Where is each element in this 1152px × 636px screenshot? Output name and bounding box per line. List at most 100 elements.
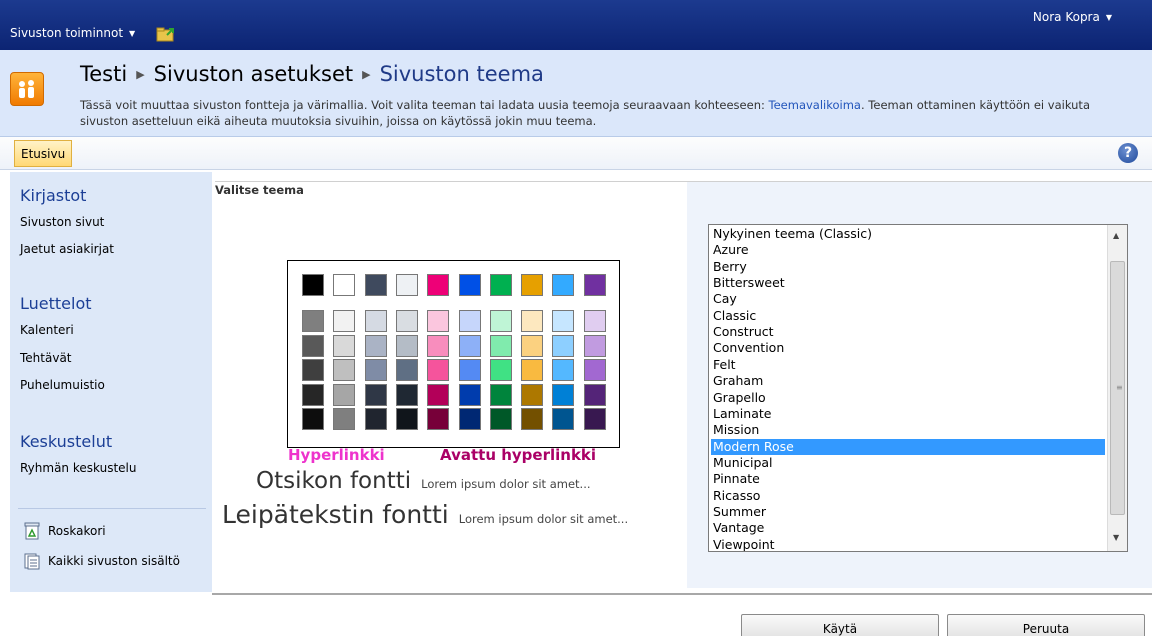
color-swatch	[489, 408, 512, 430]
color-swatch	[333, 383, 356, 406]
nav-item-phone-log[interactable]: Puhelumuistio	[20, 378, 105, 392]
nav-item-team-discussion[interactable]: Ryhmän keskustelu	[20, 461, 136, 475]
theme-option[interactable]: Azure	[711, 242, 1105, 258]
color-swatch	[458, 334, 481, 357]
color-swatch	[364, 359, 387, 381]
theme-option[interactable]: Pinnate	[711, 471, 1105, 487]
color-swatch	[333, 408, 356, 430]
color-swatch	[364, 383, 387, 406]
scroll-up-arrow-icon[interactable]: ▲	[1113, 231, 1119, 240]
color-swatch	[552, 408, 575, 430]
folder-navigate-icon[interactable]	[156, 26, 176, 42]
theme-option[interactable]: Vantage	[711, 520, 1105, 536]
heading-font-label: Otsikon fontti	[256, 468, 412, 494]
theme-gallery-link[interactable]: Teemavalikoima	[769, 98, 861, 112]
color-swatch	[552, 359, 575, 381]
color-swatch	[333, 334, 356, 357]
color-swatch	[364, 334, 387, 357]
lists-heading[interactable]: Luettelot	[20, 294, 92, 313]
nav-item-recycle-bin[interactable]: Roskakori	[24, 522, 106, 540]
color-swatch	[395, 383, 418, 406]
nav-divider	[18, 508, 206, 509]
page-description: Tässä voit muuttaa sivuston fontteja ja …	[80, 97, 1140, 129]
color-swatch	[489, 334, 512, 357]
description-text: Tässä voit muuttaa sivuston fontteja ja …	[80, 98, 769, 112]
color-swatch	[427, 334, 450, 357]
libraries-heading[interactable]: Kirjastot	[20, 186, 86, 205]
color-swatch	[552, 334, 575, 357]
title-area: Testi ▶ Sivuston asetukset ▶ Sivuston te…	[0, 50, 1152, 137]
color-swatch	[395, 408, 418, 430]
top-bar: Sivuston toiminnot ▼ Nora Kopra ▼	[0, 0, 1152, 50]
theme-option[interactable]: Mission	[711, 422, 1105, 438]
visited-hyperlink-sample: Avattu hyperlinkki	[440, 446, 597, 464]
color-swatch	[395, 274, 418, 296]
theme-option[interactable]: Graham	[711, 373, 1105, 389]
page-title: Sivuston teema	[379, 62, 544, 86]
theme-option[interactable]: Viewpoint	[711, 537, 1105, 551]
listbox-scrollbar[interactable]: ▲ ≡ ▼	[1107, 225, 1127, 551]
nav-item-all-site-content[interactable]: Kaikki sivuston sisältö	[24, 552, 180, 570]
site-actions-menu[interactable]: Sivuston toiminnot ▼	[10, 26, 135, 40]
color-swatch	[302, 408, 324, 430]
discussions-heading[interactable]: Keskustelut	[20, 432, 112, 451]
site-actions-label: Sivuston toiminnot	[10, 26, 124, 40]
color-swatch	[458, 310, 481, 332]
color-swatch	[302, 310, 324, 332]
theme-option[interactable]: Municipal	[711, 455, 1105, 471]
theme-option[interactable]: Felt	[711, 357, 1105, 373]
theme-option[interactable]: Cay	[711, 291, 1105, 307]
color-swatch	[458, 359, 481, 381]
breadcrumb-site[interactable]: Testi	[80, 62, 127, 86]
chevron-down-icon: ▼	[1105, 12, 1112, 22]
color-swatch	[583, 310, 606, 332]
nav-item-site-pages[interactable]: Sivuston sivut	[20, 215, 104, 229]
color-swatch	[458, 274, 481, 296]
theme-option[interactable]: Laminate	[711, 406, 1105, 422]
color-swatch	[521, 334, 544, 357]
color-swatch	[489, 359, 512, 381]
help-icon[interactable]: ?	[1118, 143, 1138, 163]
nav-item-tasks[interactable]: Tehtävät	[20, 351, 72, 365]
grip-icon: ≡	[1116, 383, 1123, 392]
scrollbar-thumb[interactable]: ≡	[1110, 261, 1125, 515]
site-logo-icon[interactable]	[10, 72, 44, 106]
lorem-text: Lorem ipsum dolor sit amet...	[458, 512, 629, 526]
user-menu[interactable]: Nora Kopra ▼	[1033, 10, 1112, 24]
theme-option[interactable]: Summer	[711, 504, 1105, 520]
theme-option[interactable]: Classic	[711, 308, 1105, 324]
theme-option[interactable]: Convention	[711, 340, 1105, 356]
color-swatch	[489, 310, 512, 332]
color-swatch	[552, 274, 575, 296]
nav-item-calendar[interactable]: Kalenteri	[20, 323, 74, 337]
breadcrumb-separator-icon: ▶	[136, 67, 145, 81]
theme-option[interactable]: Berry	[711, 259, 1105, 275]
theme-listbox[interactable]: ▲ ≡ ▼ Nykyinen teema (Classic) Azure Berry…	[708, 224, 1128, 552]
heading-font-sample: Otsikon fontti Lorem ipsum dolor sit amet…	[256, 468, 591, 494]
theme-option[interactable]: Construct	[711, 324, 1105, 340]
body-font-label: Leipätekstin fontti	[222, 500, 449, 529]
theme-option[interactable]: Ricasso	[711, 488, 1105, 504]
theme-option[interactable]: Modern Rose	[711, 438, 1105, 455]
user-name: Nora Kopra	[1032, 10, 1100, 24]
chevron-down-icon: ▼	[129, 28, 136, 38]
top-navigation: Etusivu ?	[0, 137, 1152, 170]
apply-button[interactable]: Käytä	[741, 614, 939, 636]
cancel-button[interactable]: Peruuta	[947, 614, 1145, 636]
color-swatch	[364, 408, 387, 430]
color-swatch	[333, 359, 356, 381]
theme-option[interactable]: Nykyinen teema (Classic)	[711, 226, 1105, 242]
theme-option[interactable]: Bittersweet	[711, 275, 1105, 291]
color-swatch	[395, 334, 418, 357]
nav-item-shared-documents[interactable]: Jaetut asiakirjat	[20, 242, 114, 256]
tab-home[interactable]: Etusivu	[14, 140, 73, 167]
breadcrumb-settings[interactable]: Sivuston asetukset	[154, 62, 353, 86]
color-swatch	[521, 359, 544, 381]
theme-option[interactable]: Grapello	[711, 390, 1105, 406]
color-swatch	[583, 274, 606, 296]
color-swatch	[427, 359, 450, 381]
all-site-content-label: Kaikki sivuston sisältö	[48, 554, 180, 568]
scroll-down-arrow-icon[interactable]: ▼	[1113, 533, 1119, 542]
body-font-sample: Leipätekstin fontti Lorem ipsum dolor sit…	[222, 500, 628, 529]
color-swatch	[489, 383, 512, 406]
